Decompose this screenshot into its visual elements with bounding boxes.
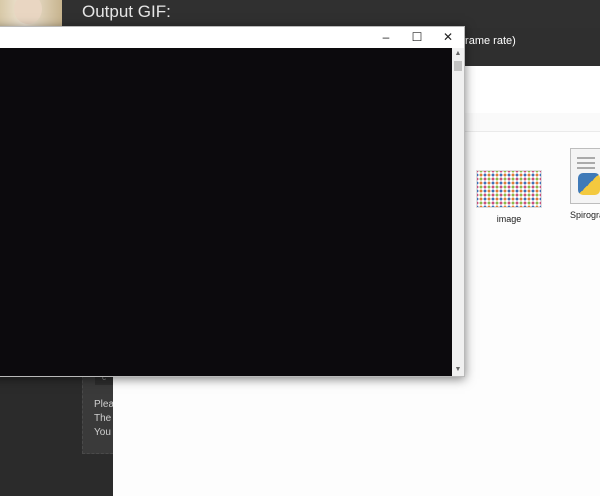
- close-button[interactable]: ✕: [433, 27, 463, 48]
- scroll-thumb[interactable]: [454, 61, 462, 71]
- file-item-spirograph[interactable]: Spirogra: [551, 148, 600, 220]
- vertical-scrollbar[interactable]: ▲ ▼: [452, 48, 464, 376]
- python-file-icon: [570, 148, 600, 204]
- output-gif-title: Output GIF:: [82, 2, 171, 21]
- window-titlebar[interactable]: – ☐ ✕: [0, 27, 464, 48]
- turtle-graphics-window: – ☐ ✕ ▲ ▼: [0, 26, 465, 377]
- file-name: Spirogra: [569, 210, 600, 220]
- minimize-button[interactable]: –: [371, 27, 401, 48]
- panel-text-line-3: You: [94, 427, 111, 438]
- panel-text-line-1: Plea: [94, 399, 115, 410]
- panel-text-line-2: The: [94, 413, 112, 424]
- file-name: image: [496, 214, 522, 224]
- image-thumbnail-icon: [476, 170, 542, 208]
- drawing-canvas[interactable]: [0, 48, 452, 376]
- avatar: [0, 0, 62, 28]
- scroll-down-icon[interactable]: ▼: [452, 364, 464, 376]
- frame-rate-text: frame rate): [462, 35, 516, 47]
- scroll-up-icon[interactable]: ▲: [452, 48, 464, 60]
- file-item-image[interactable]: image: [473, 170, 545, 224]
- maximize-button[interactable]: ☐: [402, 27, 432, 48]
